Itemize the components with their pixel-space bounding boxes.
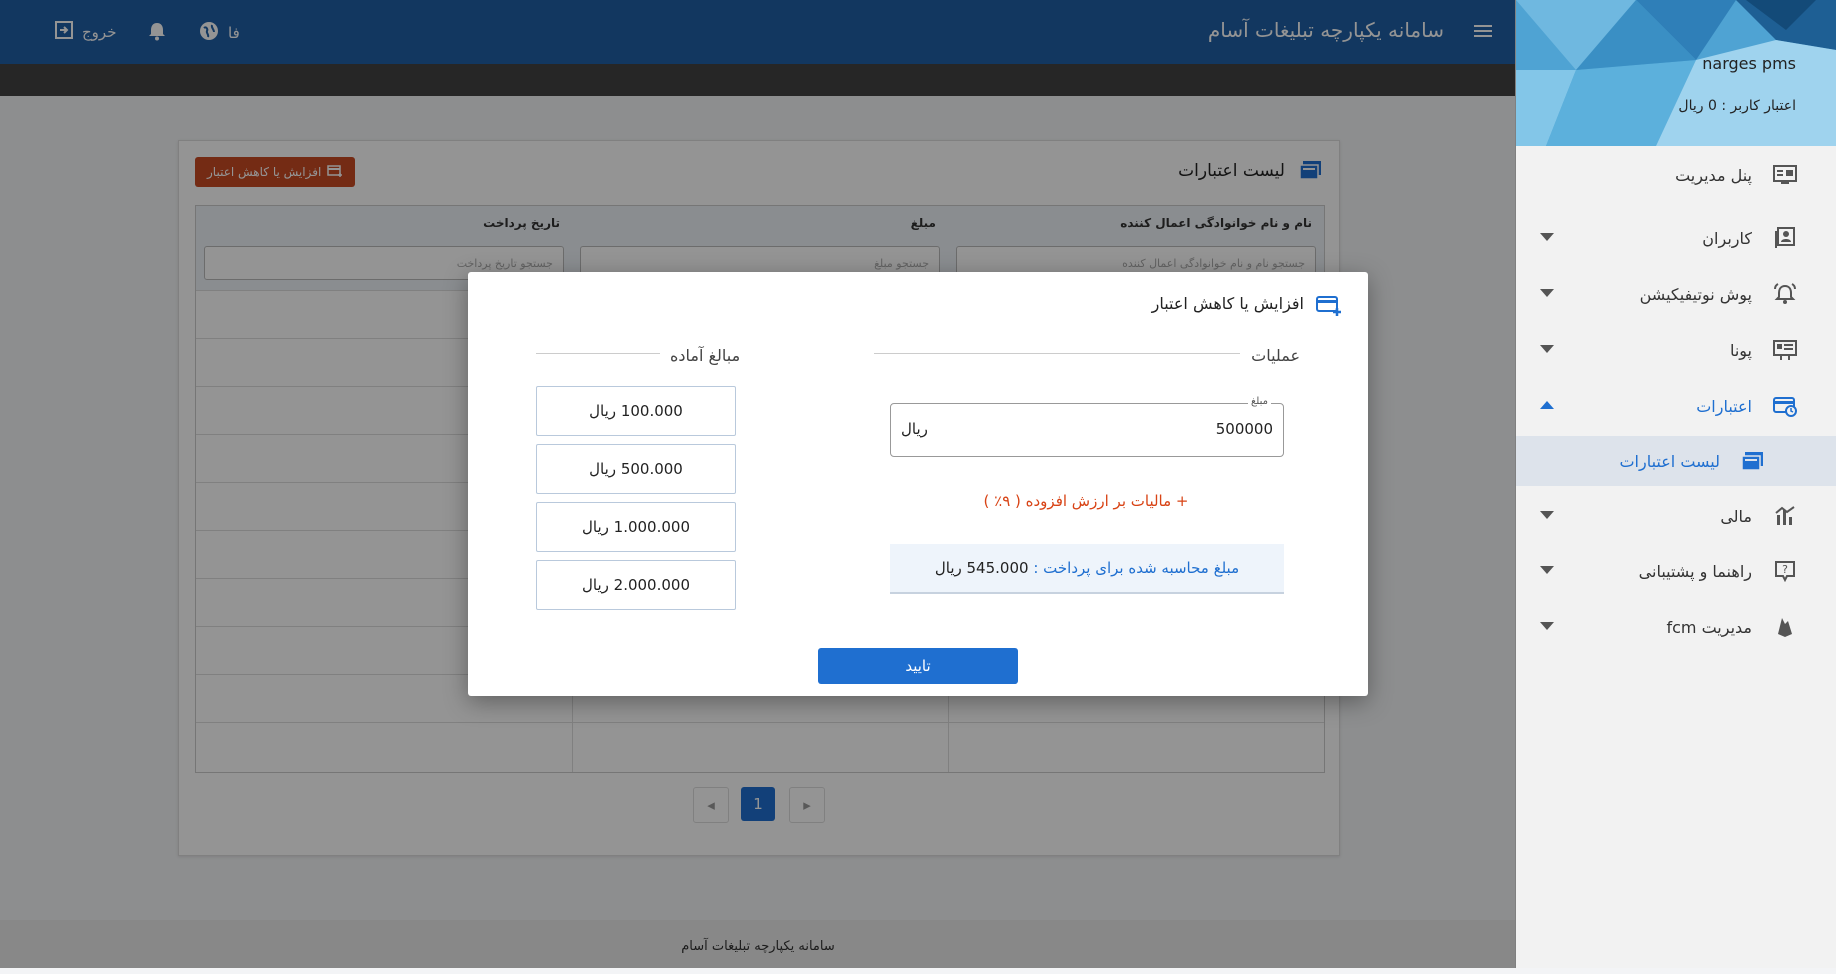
help-icon: ? [1772, 558, 1798, 584]
preset-amount-button[interactable]: 1.000.000 ریال [536, 502, 736, 552]
sidebar-item-label: کاربران [1702, 228, 1752, 248]
sidebar-item-credits[interactable]: اعتبارات [1516, 381, 1836, 431]
sidebar-item-label: مالی [1720, 506, 1752, 526]
bell-ring-icon [1772, 281, 1798, 307]
chevron-down-icon [1540, 566, 1554, 574]
credit-adjust-dialog: افزایش یا کاهش اعتبار عملیات مبالغ آماده… [468, 272, 1368, 696]
card-plus-icon [1316, 294, 1342, 322]
profile-header: narges pms اعتبار کاربر : 0 ریال [1516, 0, 1836, 146]
amount-field[interactable]: مبلغ 500000 ریال [890, 396, 1284, 457]
confirm-button[interactable]: تایید [818, 648, 1018, 684]
sidebar-item-label: لیست اعتبارات [1619, 451, 1720, 471]
profile-background [1516, 0, 1836, 146]
chevron-down-icon [1540, 622, 1554, 630]
sidebar-item-label: پنل مدیریت [1675, 165, 1752, 185]
operations-divider [874, 353, 1240, 354]
chevron-up-icon [1540, 401, 1554, 409]
dashboard-icon [1772, 162, 1798, 188]
finance-icon [1772, 503, 1798, 529]
sidebar-item-pona[interactable]: پونا [1516, 325, 1836, 375]
chevron-down-icon [1540, 511, 1554, 519]
amount-field-value[interactable]: 500000 [1216, 420, 1273, 438]
vat-note: + مالیات بر ارزش افزوده ( ۹٪ ) [983, 492, 1189, 510]
presets-divider [536, 353, 660, 354]
sidebar-item-users[interactable]: کاربران [1516, 213, 1836, 263]
dialog-title: افزایش یا کاهش اعتبار [1151, 294, 1304, 313]
sidebar-item-label: اعتبارات [1696, 396, 1752, 416]
operations-heading: عملیات [1251, 346, 1300, 365]
profile-credit: اعتبار کاربر : 0 ریال [1678, 98, 1796, 114]
sidebar-item-label: راهنما و پشتیبانی [1638, 561, 1752, 581]
sidebar-item-label: مدیریت fcm [1666, 617, 1752, 637]
sidebar-item-fcm-management[interactable]: مدیریت fcm [1516, 602, 1836, 652]
calculated-payment-label: مبلغ محاسبه شده برای پرداخت : [1033, 559, 1240, 577]
preset-amount-button[interactable]: 100.000 ریال [536, 386, 736, 436]
profile-username: narges pms [1702, 54, 1796, 73]
sidebar-item-finance[interactable]: مالی [1516, 491, 1836, 541]
sidebar-item-help-support[interactable]: ? راهنما و پشتیبانی [1516, 546, 1836, 596]
chevron-down-icon [1540, 233, 1554, 241]
svg-text:?: ? [1782, 563, 1788, 576]
credit-card-clock-icon [1772, 393, 1798, 419]
billboard-icon [1772, 337, 1798, 363]
preset-amount-button[interactable]: 2.000.000 ریال [536, 560, 736, 610]
presets-heading: مبالغ آماده [670, 346, 741, 365]
calculated-payment-value: 545.000 ریال [934, 559, 1029, 577]
preset-amount-button[interactable]: 500.000 ریال [536, 444, 736, 494]
chevron-down-icon [1540, 345, 1554, 353]
chevron-down-icon [1540, 289, 1554, 297]
sidebar-item-label: پوش نوتیفیکیشن [1639, 284, 1752, 304]
calculated-payment-box: مبلغ محاسبه شده برای پرداخت : 545.000 ری… [890, 544, 1284, 594]
sidebar-item-label: پونا [1729, 340, 1752, 360]
firebase-icon [1772, 614, 1798, 640]
sidebar-item-dashboard[interactable]: پنل مدیریت [1516, 150, 1836, 200]
amount-field-unit: ریال [901, 420, 928, 438]
users-icon [1772, 225, 1798, 251]
amount-field-label: مبلغ [1247, 396, 1271, 407]
sidebar-item-push-notification[interactable]: پوش نوتیفیکیشن [1516, 269, 1836, 319]
sidebar: narges pms اعتبار کاربر : 0 ریال پنل مدی… [1515, 0, 1836, 968]
sidebar-item-credits-list[interactable]: لیست اعتبارات [1516, 436, 1836, 486]
list-icon [1740, 448, 1766, 474]
